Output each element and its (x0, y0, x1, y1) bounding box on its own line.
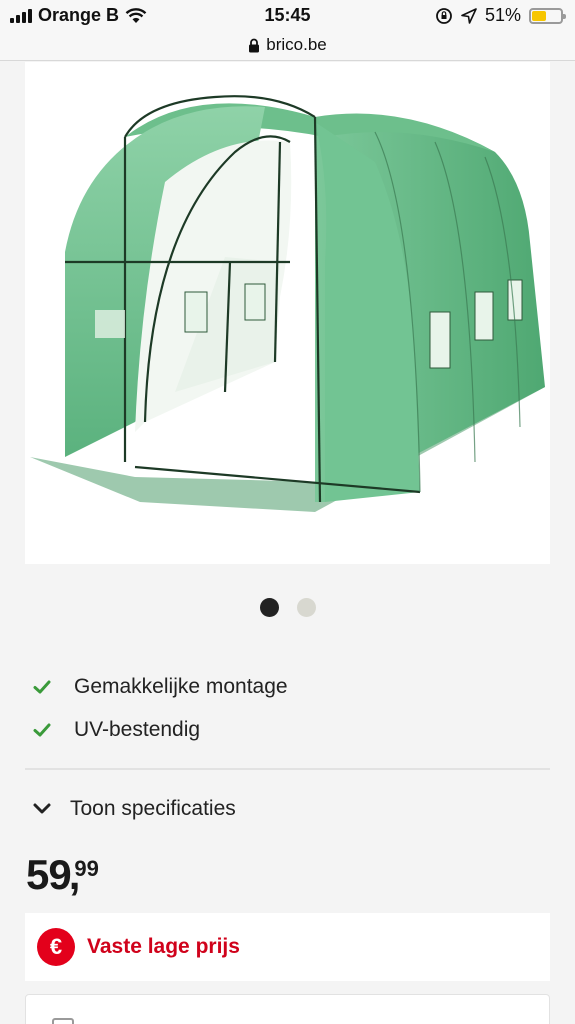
carousel-dot-1[interactable] (259, 598, 279, 617)
url-text: brico.be (266, 35, 327, 54)
option-checkbox[interactable] (52, 1018, 74, 1024)
battery-percent: 51% (484, 5, 521, 25)
location-icon (461, 7, 477, 24)
chevron-down-icon (33, 803, 51, 814)
show-specifications-toggle[interactable]: Toon specificaties (32, 797, 236, 821)
check-icon (33, 680, 51, 693)
battery-level (532, 10, 547, 21)
battery-icon (529, 7, 566, 24)
price: 59 , 99 (26, 852, 99, 898)
spec-toggle-label: Toon specificaties (70, 797, 236, 820)
feature-list: Gemakkelijke montage UV-bestendig (32, 665, 288, 751)
feature-label: Gemakkelijke montage (74, 674, 288, 698)
orientation-lock-icon (436, 7, 452, 24)
status-bar: Orange B 15:45 51% (0, 0, 575, 34)
price-integer: 59 (26, 851, 72, 898)
fixed-low-price-banner: € Vaste lage prijs (25, 913, 550, 981)
carousel-dots (0, 598, 575, 617)
address-bar[interactable]: brico.be (0, 30, 575, 61)
check-icon (33, 723, 51, 736)
lock-icon (249, 38, 260, 52)
divider (25, 768, 550, 770)
carousel-dot-2[interactable] (296, 598, 316, 617)
greenhouse-image (30, 95, 545, 512)
price-decimals: 99 (74, 856, 99, 881)
option-card (25, 994, 550, 1024)
fixed-low-price-label: Vaste lage prijs (87, 935, 240, 958)
status-right: 51% (435, 5, 566, 26)
feature-label: UV-bestendig (74, 717, 201, 741)
product-image[interactable] (25, 62, 550, 564)
feature-item: Gemakkelijke montage (32, 665, 288, 708)
feature-item: UV-bestendig (32, 708, 288, 751)
euro-icon: € (37, 928, 75, 966)
